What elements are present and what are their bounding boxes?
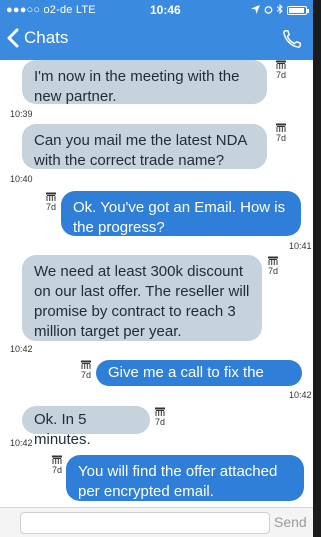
message-meta: 7d xyxy=(44,192,58,212)
message-timestamp: 10:42 xyxy=(289,390,312,400)
message-list[interactable]: I'm now in the meeting with the new part… xyxy=(0,60,313,507)
phone-icon[interactable] xyxy=(281,28,303,50)
message-timestamp: 10:39 xyxy=(10,109,33,119)
server-icon xyxy=(52,455,62,464)
status-icons xyxy=(251,3,309,17)
incoming-message[interactable]: Ok. In 5 minutes. xyxy=(22,406,150,448)
server-icon xyxy=(276,60,286,69)
composer-bar: Send xyxy=(0,507,313,537)
send-button[interactable]: Send xyxy=(274,514,307,530)
incoming-message[interactable]: I'm now in the meeting with the new part… xyxy=(22,60,267,105)
incoming-message[interactable]: We need at least 300k discount on our la… xyxy=(22,255,262,341)
bluetooth-icon xyxy=(276,3,283,17)
clock: 10:46 xyxy=(150,3,181,17)
location-icon xyxy=(251,4,260,17)
server-icon xyxy=(268,256,278,265)
message-meta: 7d xyxy=(79,360,93,380)
battery-icon xyxy=(287,6,309,15)
chevron-left-icon xyxy=(7,28,19,48)
server-icon xyxy=(276,123,286,132)
carrier-label: ●●●○○ o2-de LTE xyxy=(6,4,96,16)
message-meta: 7d xyxy=(153,407,167,427)
message-text: Ok. You've got an Email. How is the prog… xyxy=(73,199,286,236)
message-age: 7d xyxy=(275,70,286,80)
outgoing-message[interactable]: You will find the offer attached per enc… xyxy=(66,455,304,501)
server-icon xyxy=(46,192,56,201)
message-text: You will find the offer attached per enc… xyxy=(78,463,278,500)
message-timestamp: 10:42 xyxy=(10,438,33,448)
nav-bar: Chats xyxy=(0,20,313,60)
chat-screen: ●●●○○ o2-de LTE 10:46 Chats I'm now in t… xyxy=(0,0,321,537)
message-age: 7d xyxy=(154,417,165,427)
message-age: 7d xyxy=(275,133,286,143)
message-text: I'm now in the meeting with the new part… xyxy=(34,68,240,105)
outgoing-message[interactable]: Ok. You've got an Email. How is the prog… xyxy=(61,191,301,236)
message-text: Give me a call to fix the details xyxy=(108,364,264,401)
server-icon xyxy=(81,360,91,369)
message-age: 7d xyxy=(267,266,278,276)
message-input[interactable] xyxy=(20,512,270,534)
message-timestamp: 10:41 xyxy=(289,241,312,251)
status-bar: ●●●○○ o2-de LTE 10:46 xyxy=(0,0,313,20)
message-age: 7d xyxy=(45,202,56,212)
back-button[interactable]: Chats xyxy=(6,28,68,48)
message-text: Can you mail me the latest NDA with the … xyxy=(34,132,247,169)
message-text: We need at least 300k discount on our la… xyxy=(34,263,250,340)
back-label: Chats xyxy=(24,28,69,47)
message-meta: 7d xyxy=(266,256,280,276)
message-text: Ok. In 5 minutes. xyxy=(34,411,91,448)
server-icon xyxy=(155,407,165,416)
message-meta: 7d xyxy=(274,123,288,143)
message-meta: 7d xyxy=(274,60,288,80)
message-age: 7d xyxy=(51,465,62,475)
message-meta: 7d xyxy=(50,455,64,475)
message-timestamp: 10:42 xyxy=(10,344,33,354)
message-timestamp: 10:40 xyxy=(10,174,33,184)
message-age: 7d xyxy=(80,370,91,380)
alarm-icon xyxy=(264,5,273,17)
outgoing-message[interactable]: Give me a call to fix the details xyxy=(96,360,302,401)
incoming-message[interactable]: Can you mail me the latest NDA with the … xyxy=(22,124,267,169)
